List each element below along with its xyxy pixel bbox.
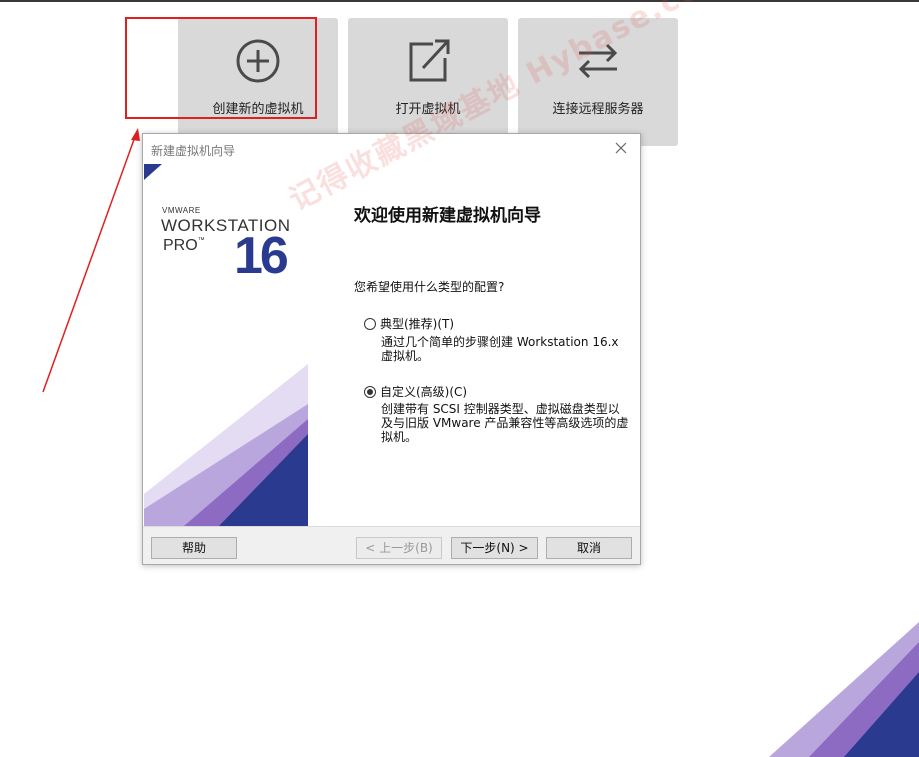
radio-custom-indicator[interactable]: [364, 385, 376, 398]
product-banner: VMWARE WORKSTATION PRO™ 16: [144, 164, 308, 526]
swap-arrows-icon: [578, 43, 618, 79]
cancel-button[interactable]: 取消: [546, 537, 632, 559]
open-vm-label: 打开虚拟机: [395, 102, 461, 117]
connect-server-tile[interactable]: 连接远程服务器: [518, 18, 678, 146]
radio-typical[interactable]: 典型(推荐)(T): [364, 315, 454, 332]
edition-label: PRO™: [163, 237, 205, 254]
wizard-heading: 欢迎使用新建虚拟机向导: [354, 206, 541, 226]
version-label: 16: [234, 227, 289, 285]
close-icon[interactable]: [612, 139, 630, 157]
wizard-content: 欢迎使用新建虚拟机向导 您希望使用什么类型的配置? 典型(推荐)(T) 通过几个…: [308, 164, 640, 526]
custom-description: 创建带有 SCSI 控制器类型、虚拟磁盘类型以及与旧版 VMware 产品兼容性…: [381, 402, 629, 444]
highlight-box: [125, 17, 317, 119]
radio-typical-label: 典型(推荐)(T): [380, 317, 455, 331]
open-external-icon: [409, 39, 450, 82]
vendor-label: VMWARE: [162, 206, 201, 215]
typical-description: 通过几个简单的步骤创建 Workstation 16.x 虚拟机。: [381, 335, 619, 363]
next-button[interactable]: 下一步(N) >: [451, 537, 538, 559]
radio-typical-indicator[interactable]: [364, 317, 376, 330]
top-border: [0, 0, 919, 2]
dialog-titlebar: 新建虚拟机向导: [143, 134, 640, 164]
help-button[interactable]: 帮助: [151, 537, 237, 559]
back-button[interactable]: < 上一步(B): [356, 537, 442, 559]
new-vm-wizard-dialog: 新建虚拟机向导 VMWARE WORKSTATION PRO™ 16 欢迎使用新…: [142, 133, 641, 565]
radio-custom[interactable]: 自定义(高级)(C): [364, 383, 467, 400]
dialog-footer: 帮助 < 上一步(B) 下一步(N) > 取消: [143, 526, 640, 564]
radio-custom-label: 自定义(高级)(C): [380, 385, 468, 399]
open-vm-tile[interactable]: 打开虚拟机: [348, 18, 508, 146]
corner-decoration: [769, 622, 919, 757]
trademark-symbol: ™: [197, 237, 205, 244]
config-question: 您希望使用什么类型的配置?: [354, 280, 505, 294]
dialog-title: 新建虚拟机向导: [151, 144, 236, 158]
connect-server-label: 连接远程服务器: [552, 102, 644, 117]
